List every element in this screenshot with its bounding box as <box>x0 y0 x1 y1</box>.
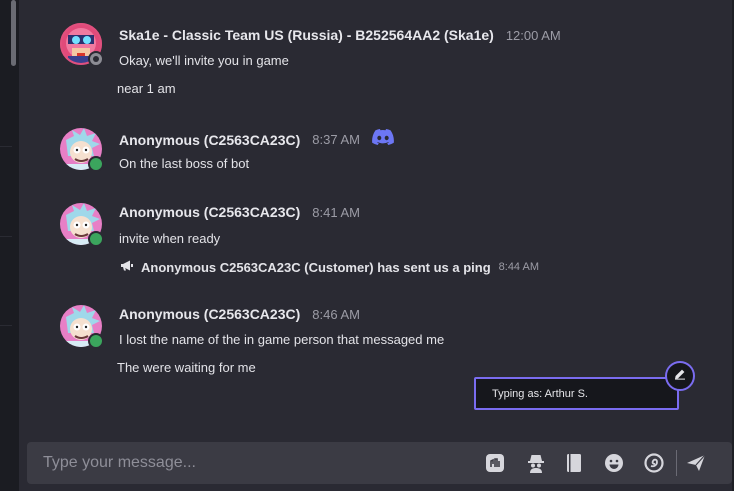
toolbar-divider <box>676 450 677 476</box>
system-notice: Anonymous C2563CA23C (Customer) has sent… <box>120 258 539 276</box>
app-window: Ska1e - Classic Team US (Russia) - B2525… <box>0 0 734 491</box>
edit-identity-button[interactable] <box>665 361 695 391</box>
conversation-list-pane <box>0 0 19 491</box>
status-online-indicator <box>88 231 104 247</box>
system-notice-text: Anonymous C2563CA23C (Customer) has sent… <box>141 259 491 275</box>
message-header: Ska1e - Classic Team US (Russia) - B2525… <box>119 27 561 43</box>
megaphone-icon <box>120 258 133 276</box>
message-time: 8:37 AM <box>312 132 360 147</box>
message-time: 8:41 AM <box>312 204 360 220</box>
typing-as-label: Typing as: Arthur S. <box>492 388 588 400</box>
hands-icon[interactable] <box>483 451 507 475</box>
author-name[interactable]: Anonymous (C2563CA23C) <box>119 204 300 220</box>
message-composer: Type your message... <box>27 442 732 484</box>
book-icon[interactable] <box>562 451 586 475</box>
message-text: I lost the name of the in game person th… <box>119 332 445 347</box>
status-online-indicator <box>88 333 104 349</box>
author-name[interactable]: Anonymous (C2563CA23C) <box>119 306 300 322</box>
chat-panel: Ska1e - Classic Team US (Russia) - B2525… <box>19 0 734 491</box>
avatar[interactable] <box>60 305 104 349</box>
message-header: Anonymous (C2563CA23C) 8:37 AM <box>119 129 394 150</box>
message-time: 8:46 AM <box>312 306 360 322</box>
list-divider <box>0 236 12 237</box>
avatar[interactable] <box>60 203 104 247</box>
status-offline-indicator <box>88 51 104 67</box>
message-input[interactable]: Type your message... <box>43 442 463 484</box>
emoji-icon[interactable] <box>602 451 626 475</box>
avatar[interactable] <box>60 23 104 67</box>
pencil-icon <box>674 367 686 385</box>
message-text: On the last boss of bot <box>119 156 250 171</box>
sticker-icon[interactable] <box>642 451 666 475</box>
list-divider <box>0 325 12 326</box>
message: Ska1e - Classic Team US (Russia) - B2525… <box>19 0 699 110</box>
status-online-indicator <box>88 156 104 172</box>
message-text: invite when ready <box>119 231 221 246</box>
author-name[interactable]: Anonymous (C2563CA23C) <box>119 132 300 148</box>
message-time: 12:00 AM <box>505 27 561 43</box>
typing-as-box[interactable]: Typing as: Arthur S. <box>474 377 679 410</box>
system-notice-time: 8:44 AM <box>498 261 539 273</box>
discord-icon <box>372 129 394 150</box>
message-text: The were waiting for me <box>117 360 256 375</box>
author-name[interactable]: Ska1e - Classic Team US (Russia) - B2525… <box>119 27 494 43</box>
message-text: near 1 am <box>117 81 176 96</box>
message-header: Anonymous (C2563CA23C) 8:46 AM <box>119 306 360 322</box>
avatar[interactable] <box>60 128 104 172</box>
list-divider <box>0 146 12 147</box>
send-icon[interactable] <box>684 451 708 475</box>
spy-icon[interactable] <box>524 451 548 475</box>
list-scrollbar[interactable] <box>11 0 16 66</box>
message-header: Anonymous (C2563CA23C) 8:41 AM <box>119 204 360 220</box>
message-text: Okay, we'll invite you in game <box>119 53 289 68</box>
